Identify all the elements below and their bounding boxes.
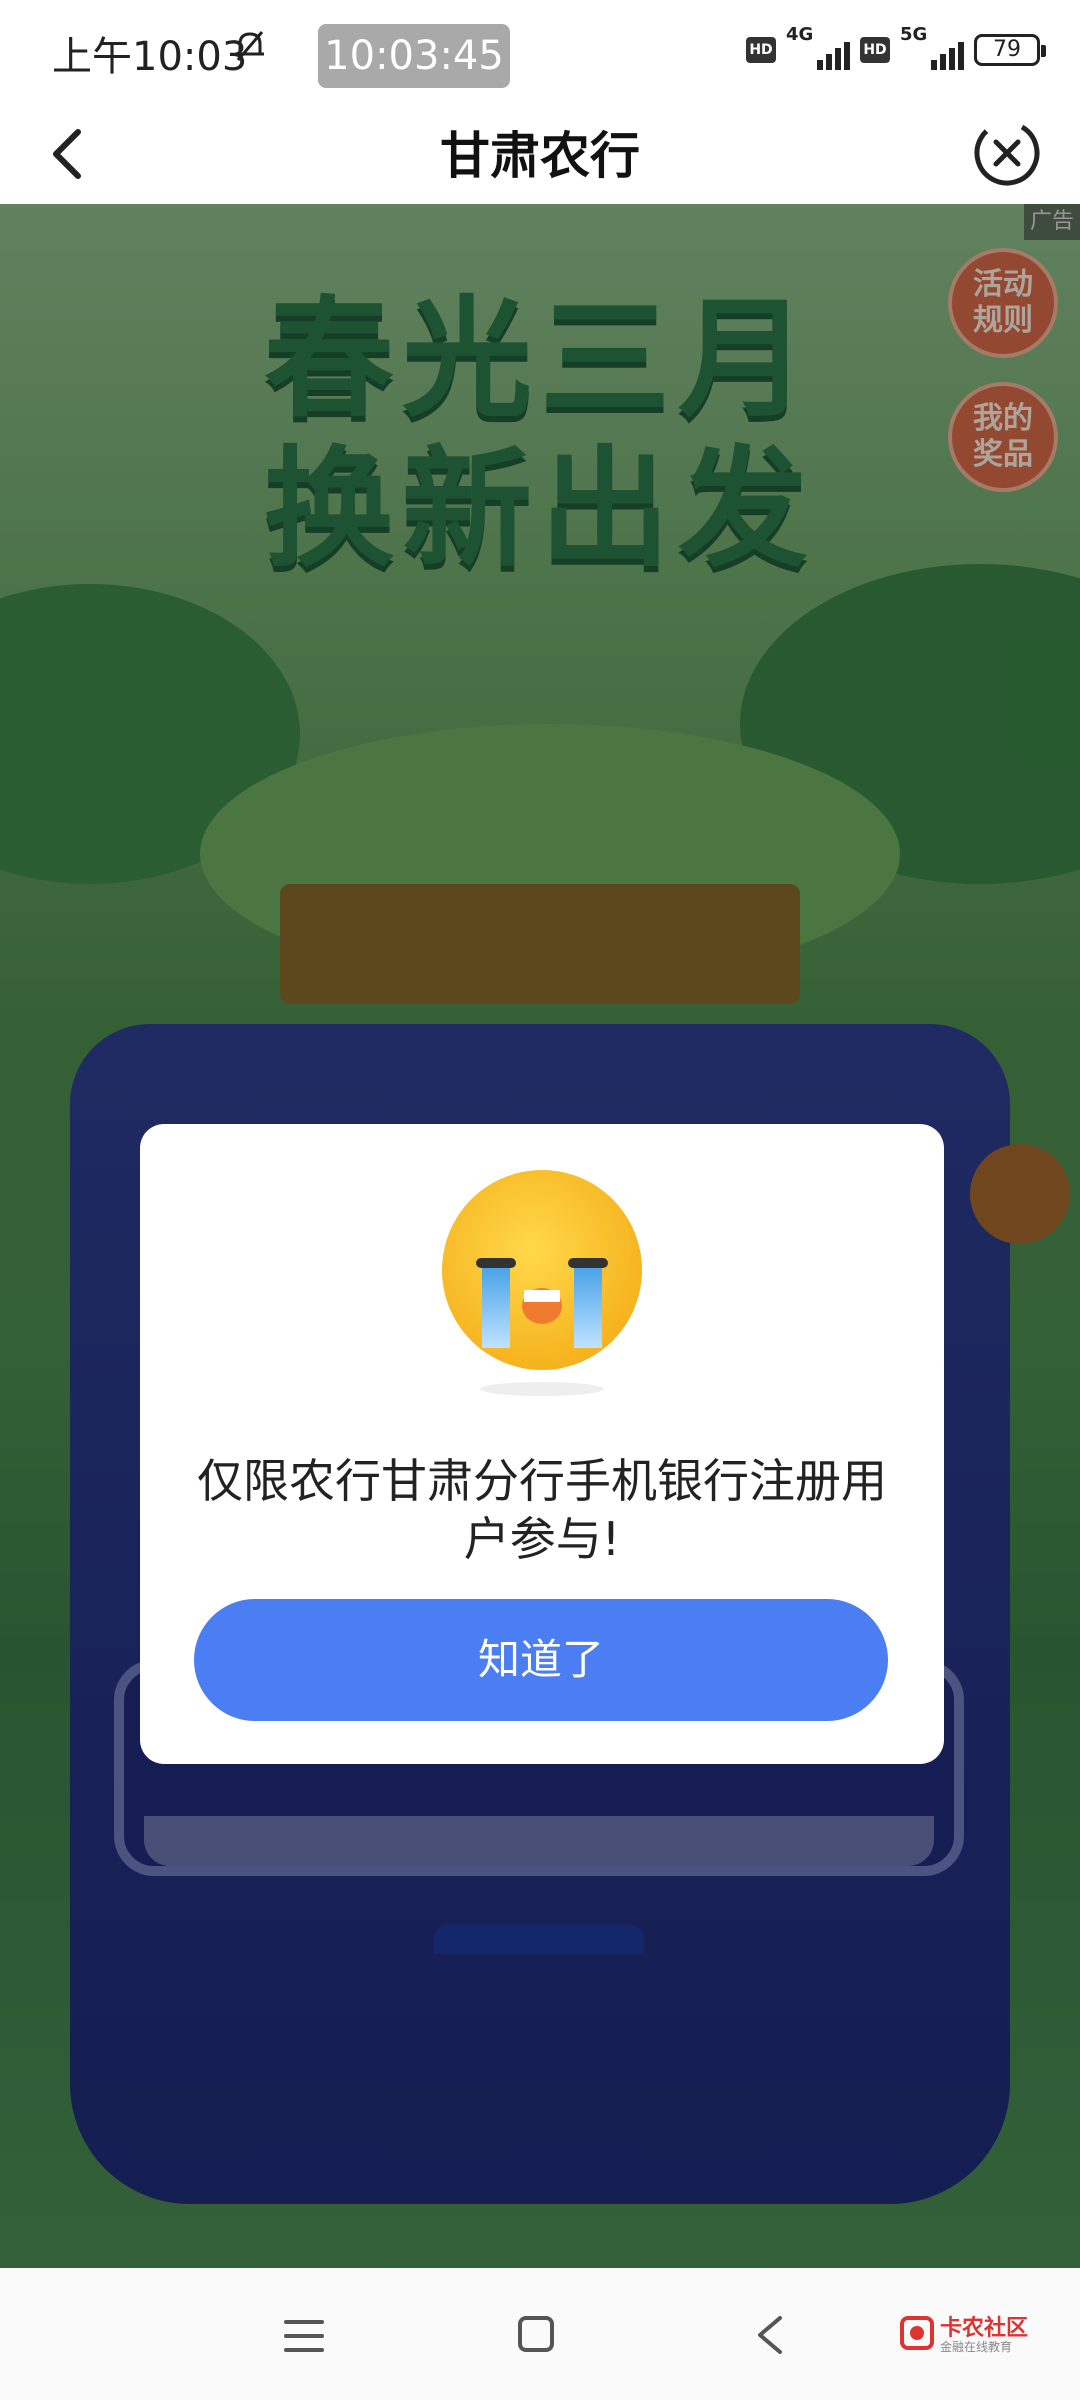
app-header: 甘肃农行: [0, 100, 1080, 204]
hd-badge: HD: [746, 37, 776, 63]
hd-badge: HD: [860, 37, 890, 63]
screen-recorder-timer[interactable]: 10:03:45: [318, 24, 510, 88]
close-circle-icon[interactable]: [964, 110, 1050, 196]
alert-dialog: 仅限农行甘肃分行手机银行注册用户参与! 知道了: [140, 1124, 944, 1764]
bell-off-icon: [236, 31, 264, 61]
status-time: 上午10:03: [52, 34, 248, 80]
dialog-message: 仅限农行甘肃分行手机银行注册用户参与!: [197, 1454, 887, 1566]
back-triangle-icon[interactable]: [750, 2312, 790, 2358]
status-bar: 上午10:03 10:03:45 HD 4G HD 5G 79: [0, 0, 1080, 100]
signal-icon: 5G: [900, 24, 964, 72]
menu-icon[interactable]: [282, 2316, 326, 2356]
signal-icon: 4G: [786, 24, 850, 72]
home-square-icon[interactable]: [516, 2314, 556, 2354]
status-indicators: HD 4G HD 5G 79: [746, 24, 1046, 72]
watermark: 卡农社区 金融在线教育: [900, 2310, 1050, 2360]
system-nav-bar: 卡农社区 金融在线教育: [0, 2268, 1080, 2400]
page-title: 甘肃农行: [440, 127, 640, 185]
promo-page: 春光三月 换新出发 广告 活动规则 我的奖品 仅限农行甘肃分行手机银行注册用户参…: [0, 204, 1080, 2268]
confirm-button[interactable]: 知道了: [194, 1599, 888, 1721]
crying-face-icon: [442, 1170, 642, 1370]
battery-icon: 79: [974, 34, 1046, 66]
logo-icon: [900, 2316, 934, 2350]
